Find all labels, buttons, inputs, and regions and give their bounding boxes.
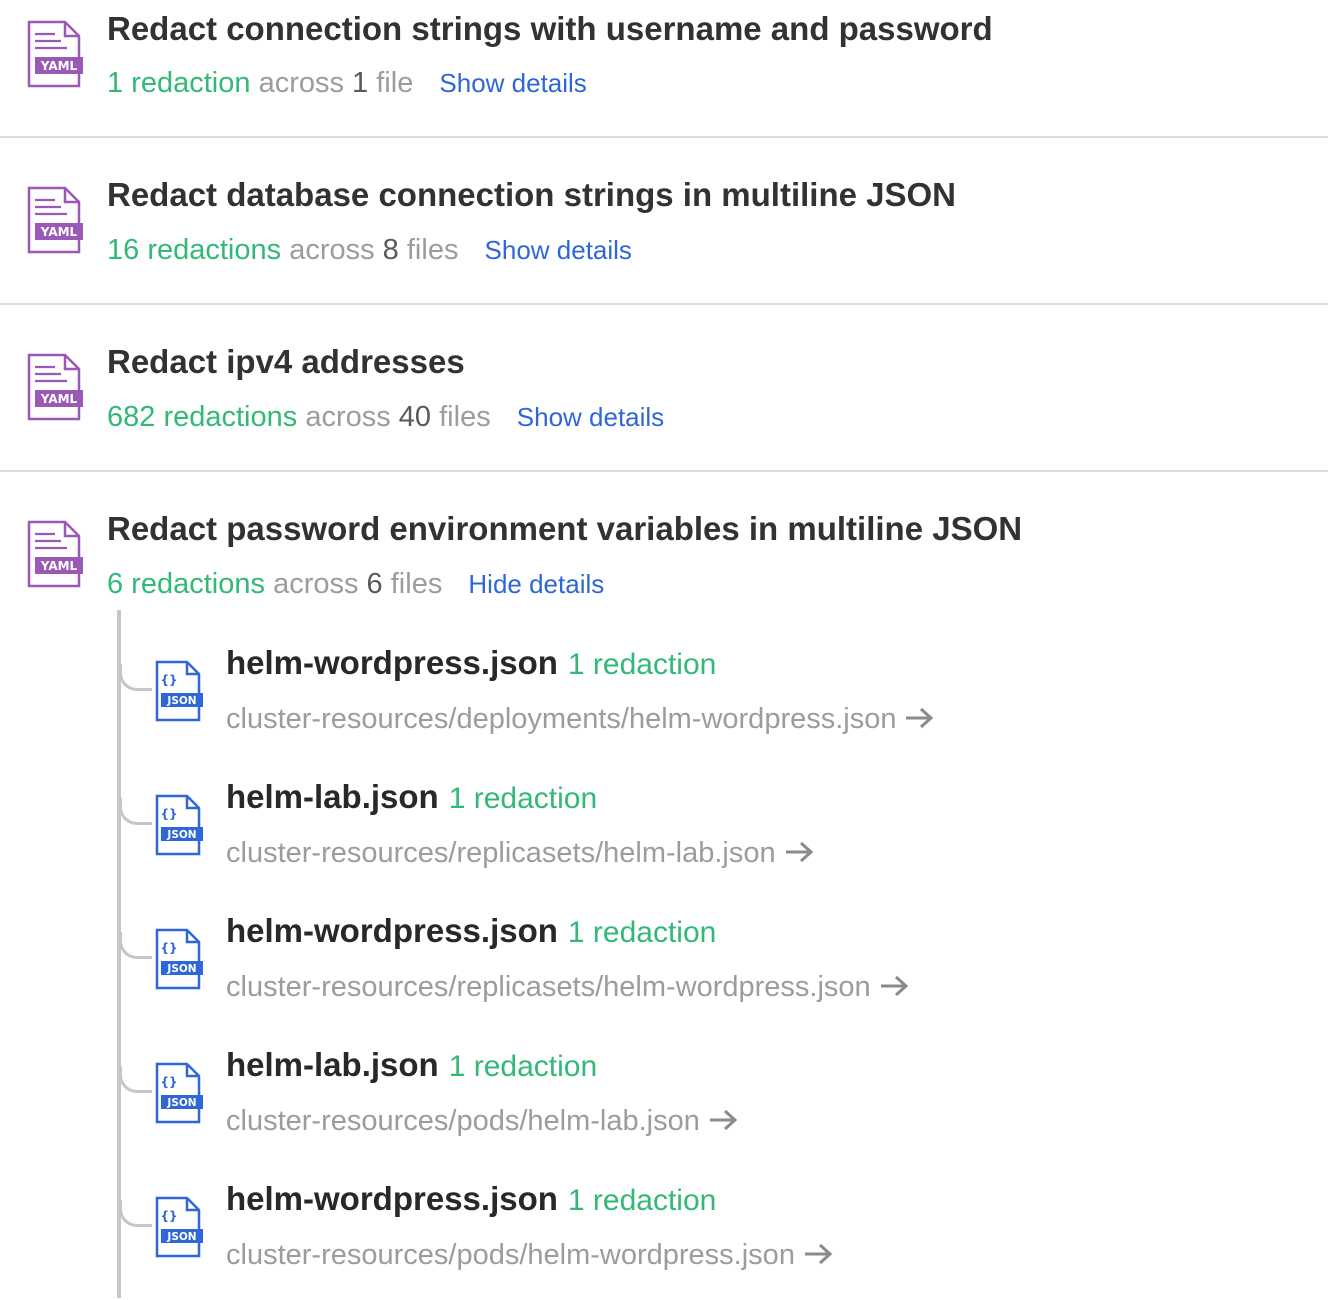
tree-branch [119,1200,152,1227]
file-name-text: helm-lab.json [226,778,439,815]
tree-branch [119,798,152,825]
arrow-right-icon [880,975,908,997]
json-braces-glyph: {} [160,941,177,955]
json-icon-label: JSON [166,963,196,975]
file-redaction-count: 1 redaction [567,916,717,949]
yaml-file-icon: YAML [27,20,83,88]
rule-stats: 1 redaction across 1 file Show details [107,67,587,100]
file-count: 6 [366,568,383,600]
show-details-link[interactable]: Show details [485,235,632,265]
file-path-text: cluster-resources/deployments/helm-wordp… [226,703,897,735]
rule-title: Redact database connection strings in mu… [107,176,957,213]
svg-text:YAML: YAML [40,225,78,239]
file-path-link[interactable]: cluster-resources/replicasets/helm-wordp… [226,971,909,1004]
redaction-count: 6 redactions [107,568,265,600]
file-word: files [406,234,459,266]
file-path-text: cluster-resources/replicasets/helm-lab.j… [226,837,776,869]
rule-stats: 16 redactions across 8 files Show detail… [107,234,632,267]
json-file-icon: {} JSON [155,1062,203,1124]
arrow-right-icon [804,1243,833,1265]
redaction-count: 1 redaction [107,67,251,99]
file-count: 8 [382,234,399,266]
rule-stats: 6 redactions across 6 files Hide details [107,568,604,601]
rule-section: YAML Redact ipv4 addresses 682 redaction… [0,305,1328,472]
file-word: files [390,568,443,600]
yaml-file-icon: YAML [27,353,83,421]
file-name: helm-lab.json 1 redaction [226,778,597,816]
json-icon-label: JSON [166,695,196,707]
file-count: 40 [398,401,432,433]
file-path-link[interactable]: cluster-resources/deployments/helm-wordp… [226,703,934,736]
json-braces-glyph: {} [160,1209,177,1223]
file-path-link[interactable]: cluster-resources/pods/helm-lab.json [226,1105,738,1138]
file-redaction-count: 1 redaction [567,648,717,681]
svg-text:YAML: YAML [40,559,78,573]
redaction-count: 16 redactions [107,234,282,266]
redacted-file-item: {} JSON helm-wordpress.json 1 redaction clus… [0,898,1200,1032]
file-path-link[interactable]: cluster-resources/replicasets/helm-lab.j… [226,837,814,870]
across-label: across [289,234,375,266]
file-name: helm-wordpress.json 1 redaction [226,644,716,682]
file-name: helm-wordpress.json 1 redaction [226,912,716,950]
file-path-text: cluster-resources/replicasets/helm-wordp… [226,971,871,1003]
rule-title: Redact connection strings with username … [107,10,993,47]
tree-branch [119,932,152,959]
rule-title: Redact password environment variables in… [107,510,1023,547]
tree-branch [119,1066,152,1093]
across-label: across [258,67,344,99]
redacted-file-item: {} JSON helm-wordpress.json 1 redaction clus… [0,1166,1200,1300]
json-file-icon: {} JSON [155,928,203,990]
tree-branch [119,664,152,691]
file-name: helm-wordpress.json 1 redaction [226,1180,716,1218]
arrow-right-icon [906,707,934,729]
json-braces-glyph: {} [160,1075,177,1089]
json-icon-label: JSON [166,1097,196,1109]
file-word: file [376,67,414,99]
rule-title: Redact ipv4 addresses [107,343,465,380]
yaml-file-icon: YAML [27,186,83,254]
show-details-link[interactable]: Show details [517,402,664,432]
hide-details-link[interactable]: Hide details [468,569,604,599]
json-file-icon: {} JSON [155,1196,203,1258]
rule-stats: 682 redactions across 40 files Show deta… [107,401,664,434]
json-icon-label: JSON [166,1231,196,1243]
json-file-icon: {} JSON [155,794,203,856]
rule-section: YAML Redact database connection strings … [0,138,1328,305]
redacted-file-item: {} JSON helm-wordpress.json 1 redaction clus… [0,630,1200,764]
file-redaction-count: 1 redaction [448,782,598,815]
redaction-count: 682 redactions [107,401,298,433]
redacted-file-item: {} JSON helm-lab.json 1 redaction cluster-re… [0,1032,1200,1166]
json-braces-glyph: {} [160,807,177,821]
file-name: helm-lab.json 1 redaction [226,1046,597,1084]
arrow-right-icon [785,841,813,863]
redacted-file-item: {} JSON helm-lab.json 1 redaction cluster-re… [0,764,1200,898]
file-name-text: helm-wordpress.json [226,912,558,949]
rule-section: YAML Redact connection strings with user… [0,0,1328,138]
file-redaction-count: 1 redaction [448,1050,598,1083]
file-name-text: helm-wordpress.json [226,644,558,681]
file-name-text: helm-wordpress.json [226,1180,558,1217]
file-path-link[interactable]: cluster-resources/pods/helm-wordpress.js… [226,1239,833,1272]
file-path-text: cluster-resources/pods/helm-wordpress.js… [226,1239,795,1271]
svg-text:YAML: YAML [40,392,78,406]
arrow-right-icon [709,1109,738,1131]
file-count: 1 [352,67,369,99]
file-name-text: helm-lab.json [226,1046,439,1083]
svg-text:YAML: YAML [40,59,78,73]
json-braces-glyph: {} [160,673,177,687]
file-path-text: cluster-resources/pods/helm-lab.json [226,1105,700,1137]
across-label: across [273,568,359,600]
show-details-link[interactable]: Show details [439,68,586,98]
yaml-file-icon: YAML [27,520,83,588]
json-file-icon: {} JSON [155,660,203,722]
file-word: files [439,401,491,433]
file-redaction-count: 1 redaction [567,1184,717,1217]
json-icon-label: JSON [166,829,196,841]
across-label: across [305,401,391,433]
